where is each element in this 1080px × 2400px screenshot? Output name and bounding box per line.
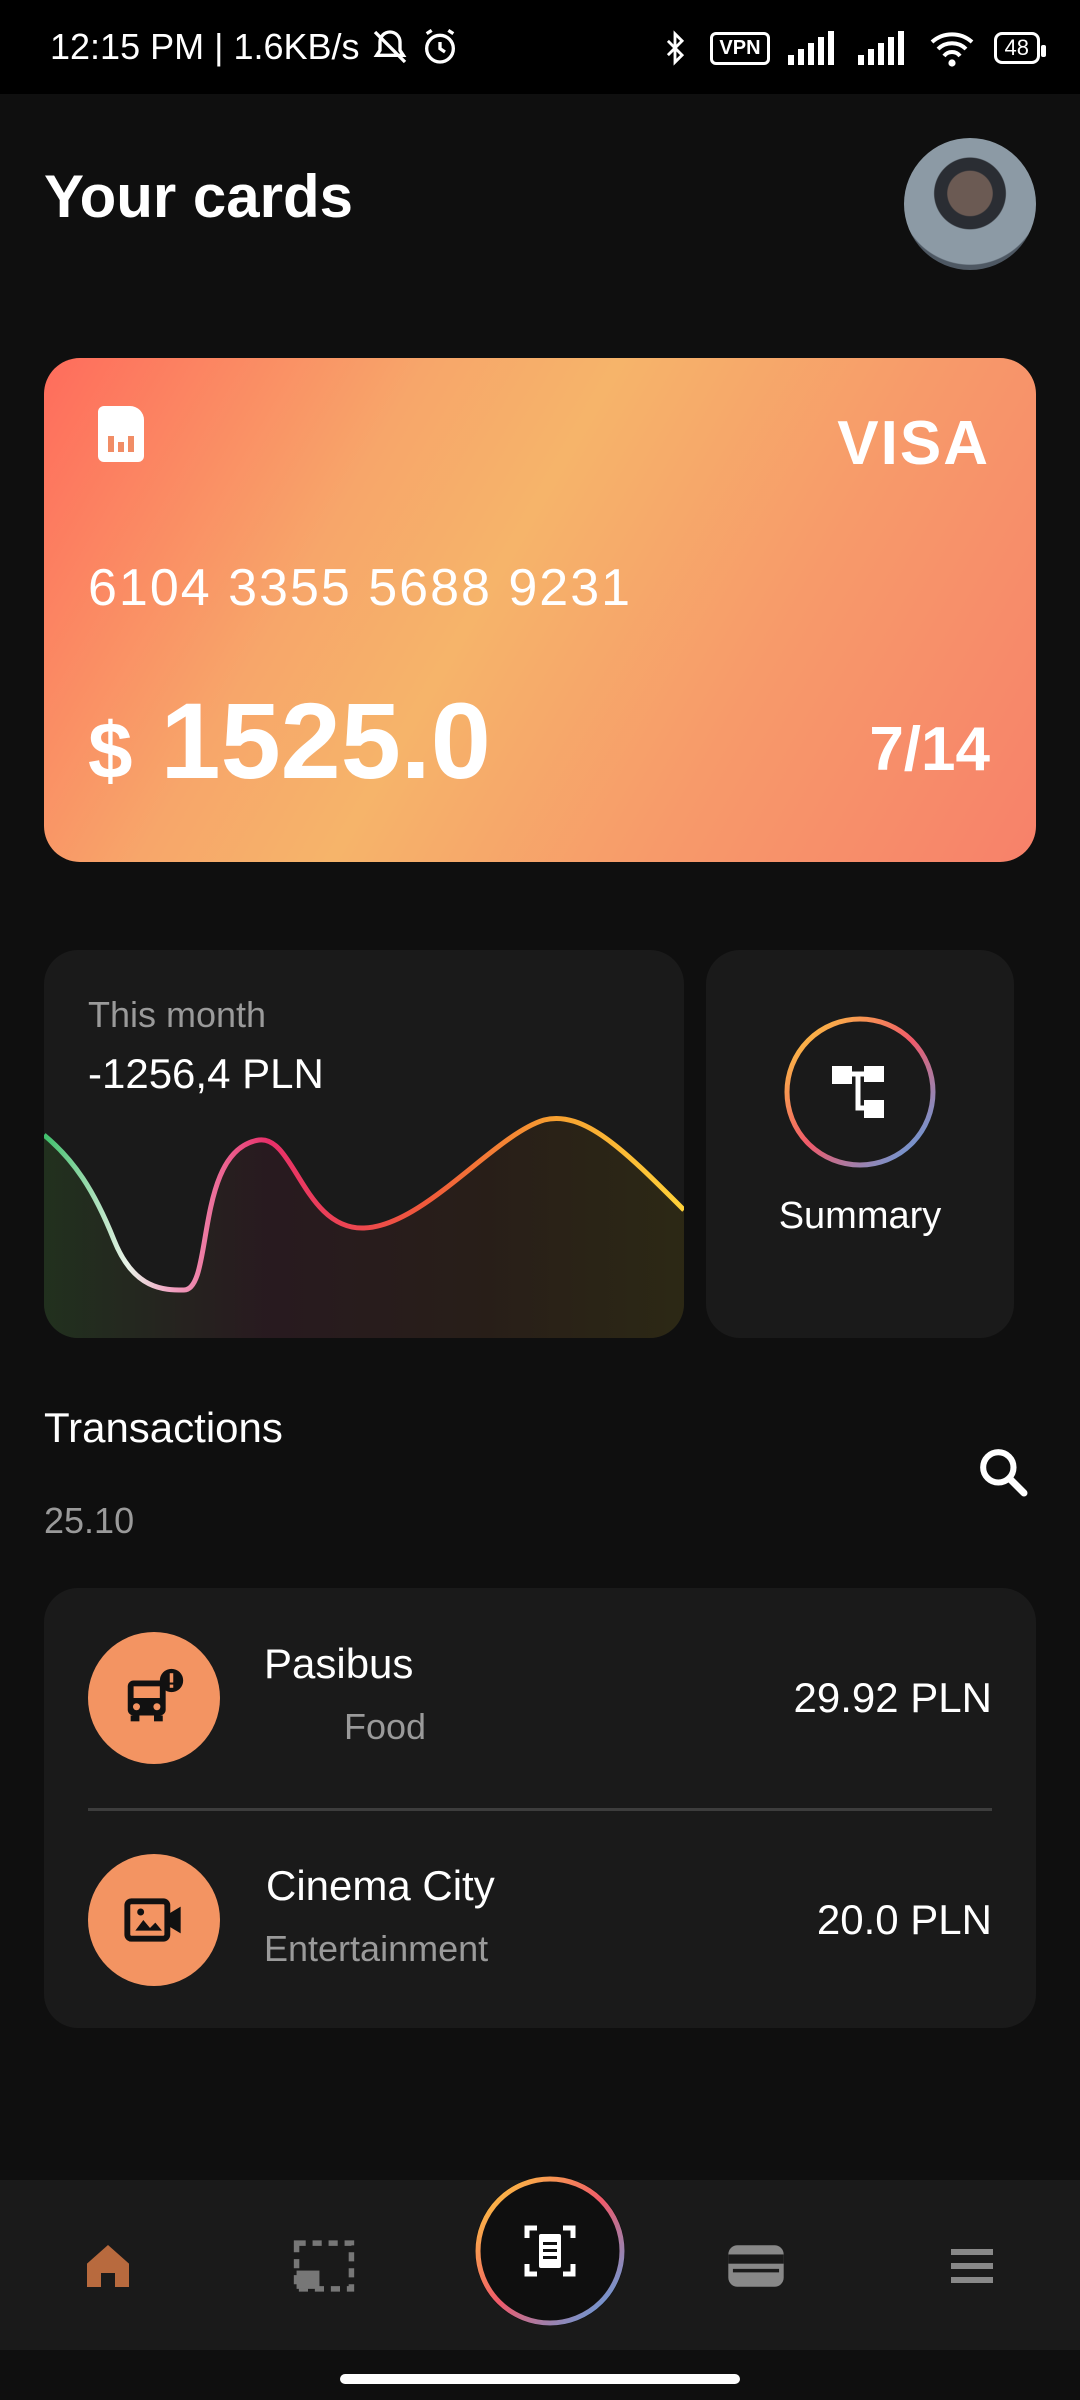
credit-card[interactable]: VISA 6104 3355 5688 9231 $ 1525.0 7/14: [44, 358, 1036, 862]
month-label: This month: [88, 994, 267, 1035]
summary-button[interactable]: Summary: [706, 950, 1014, 1338]
list-item[interactable]: Cinema City Entertainment 20.0 PLN: [44, 1810, 1036, 2030]
wifi-icon: [930, 32, 973, 67]
transaction-category: Food: [344, 1706, 427, 1747]
transactions-title: Transactions: [44, 1404, 283, 1451]
card-balance-amount: 1525.0: [160, 680, 491, 801]
list-item[interactable]: Pasibus Food 29.92 PLN: [44, 1588, 1036, 1811]
avatar[interactable]: [904, 138, 1036, 270]
hierarchy-icon: [832, 1066, 884, 1118]
transaction-amount: 29.92 PLN: [793, 1674, 992, 1721]
scan-button[interactable]: [475, 2176, 625, 2326]
battery-indicator: 48: [993, 32, 1047, 64]
transaction-name: Cinema City: [266, 1862, 495, 1909]
search-icon[interactable]: [975, 1444, 1031, 1500]
notifications-off-icon: [373, 30, 406, 64]
page-title: Your cards: [44, 163, 353, 230]
transaction-category: Entertainment: [264, 1928, 489, 1969]
bluetooth-icon: [667, 30, 685, 66]
sim-chip-icon: [98, 406, 144, 462]
signal-icon-2: [857, 31, 904, 65]
screenshot-icon[interactable]: [288, 2230, 360, 2302]
status-left: 12:15 PM | 1.6KB/s: [50, 26, 460, 68]
card-brand: VISA: [837, 409, 990, 478]
menu-icon[interactable]: [936, 2230, 1008, 2302]
scan-icon: [475, 2176, 625, 2326]
wallet-icon[interactable]: [720, 2230, 792, 2302]
transactions-list: Pasibus Food 29.92 PLN Cinema City Enter…: [44, 1588, 1036, 2028]
bus-alert-icon: [88, 1632, 220, 1764]
signal-icon: [787, 31, 834, 65]
summary-label: Summary: [778, 1195, 942, 1237]
video-camera-icon: [88, 1854, 220, 1986]
card-balance: $ 1525.0: [88, 678, 491, 803]
status-right: VPN 48: [658, 28, 1047, 68]
home-icon[interactable]: [72, 2230, 144, 2302]
month-spending-panel[interactable]: This month -1256,4 PLN: [44, 950, 684, 1338]
summary-ring: [784, 1016, 936, 1168]
transaction-amount: 20.0 PLN: [816, 1896, 992, 1943]
month-value: -1256,4 PLN: [88, 1050, 324, 1097]
transaction-name: Pasibus: [264, 1640, 414, 1687]
status-time-speed: 12:15 PM | 1.6KB/s: [50, 26, 360, 67]
card-currency: $: [88, 706, 133, 795]
bottom-nav: [0, 2176, 1080, 2350]
alarm-icon: [424, 28, 455, 64]
home-indicator[interactable]: [340, 2374, 740, 2384]
transactions-date: 25.10: [44, 1500, 135, 1541]
card-expiry: 7/14: [869, 715, 990, 784]
card-number: 6104 3355 5688 9231: [88, 559, 633, 617]
vpn-badge: VPN: [710, 31, 770, 65]
status-bar: 12:15 PM | 1.6KB/s VPN 48: [0, 0, 1080, 94]
